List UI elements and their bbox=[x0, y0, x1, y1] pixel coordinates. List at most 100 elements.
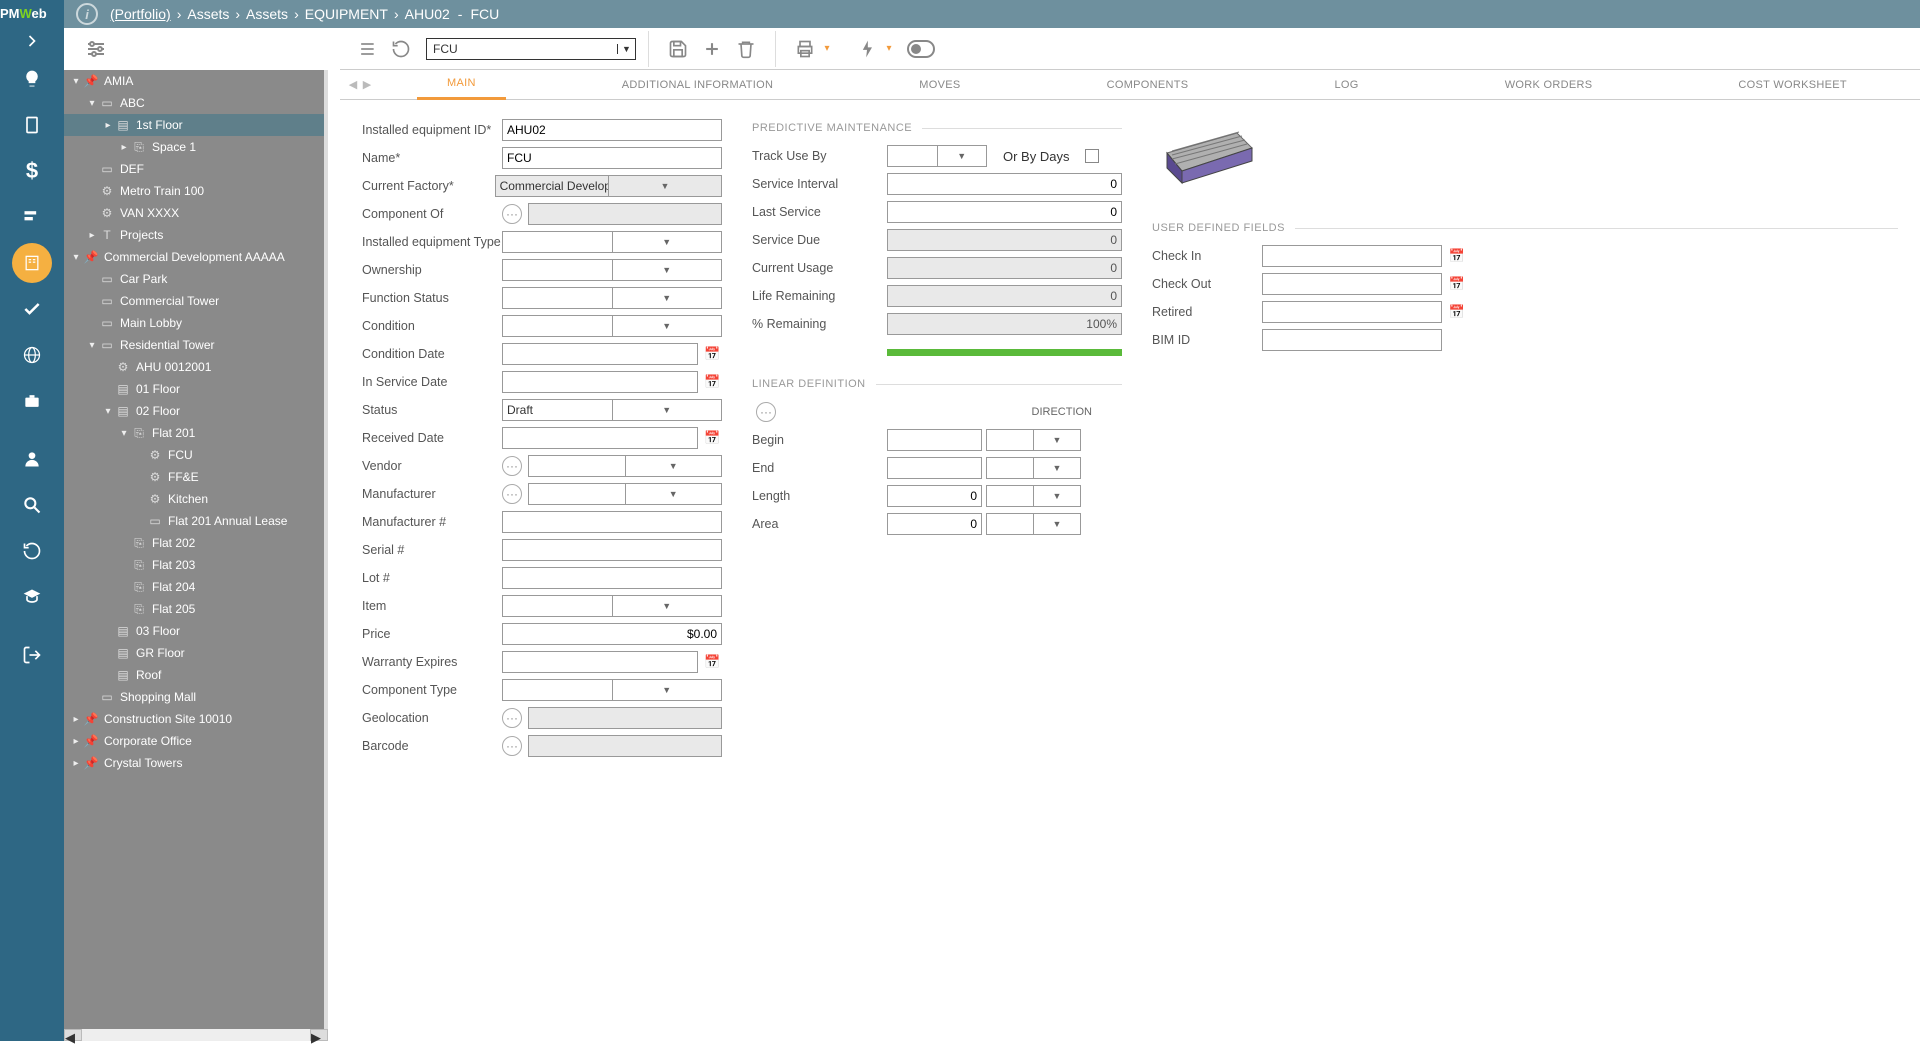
tree-node[interactable]: ▾▭Residential Tower bbox=[64, 334, 324, 356]
input-end[interactable] bbox=[887, 457, 982, 479]
nav-briefcase-icon[interactable] bbox=[12, 381, 52, 421]
input-begin[interactable] bbox=[887, 429, 982, 451]
nav-learn-icon[interactable] bbox=[12, 577, 52, 617]
action-icon[interactable] bbox=[850, 32, 884, 66]
tree-node[interactable]: ⎘Flat 203 bbox=[64, 554, 324, 576]
tree-node[interactable]: ⚙FCU bbox=[64, 444, 324, 466]
action-dropdown-icon[interactable]: ▾ bbox=[884, 32, 894, 66]
tree-node[interactable]: ▾▤02 Floor bbox=[64, 400, 324, 422]
tree-node[interactable]: ▤GR Floor bbox=[64, 642, 324, 664]
asset-tree[interactable]: ▾📌AMIA▾▭ABC▸▤1st Floor▸⎘Space 1▭DEF⚙Metr… bbox=[64, 70, 328, 1029]
nav-schedule-icon[interactable] bbox=[12, 197, 52, 237]
tree-node[interactable]: ▾📌Commercial Development AAAAA bbox=[64, 246, 324, 268]
breadcrumb-part[interactable]: Assets bbox=[246, 6, 288, 22]
record-title-combo[interactable]: FCU ▼ bbox=[426, 38, 636, 60]
combo-length-uom[interactable]: ▼ bbox=[986, 485, 1081, 507]
nav-cost-icon[interactable]: $ bbox=[12, 151, 52, 191]
input-inservice-date[interactable] bbox=[502, 371, 698, 393]
combo-vendor[interactable]: ▼ bbox=[528, 455, 722, 477]
tab-cost-worksheet[interactable]: COST WORKSHEET bbox=[1708, 70, 1877, 100]
input-check-in[interactable] bbox=[1262, 245, 1442, 267]
tree-h-scroll[interactable]: ◀ ▶ bbox=[64, 1029, 328, 1041]
input-price[interactable] bbox=[502, 623, 722, 645]
tree-filter-icon[interactable] bbox=[84, 37, 108, 61]
input-received-date[interactable] bbox=[502, 427, 698, 449]
input-geolocation[interactable] bbox=[528, 707, 722, 729]
tree-node[interactable]: ⎘Flat 204 bbox=[64, 576, 324, 598]
tab-log[interactable]: LOG bbox=[1305, 70, 1389, 100]
combo-manufacturer[interactable]: ▼ bbox=[528, 483, 722, 505]
info-icon[interactable]: i bbox=[76, 3, 98, 25]
combo-equipment-type[interactable]: ▼ bbox=[502, 231, 722, 253]
input-lot[interactable] bbox=[502, 567, 722, 589]
nav-history-icon[interactable] bbox=[12, 531, 52, 571]
more-geolocation-icon[interactable]: ··· bbox=[502, 708, 522, 728]
combo-begin-dir[interactable]: ▼ bbox=[986, 429, 1081, 451]
nav-assets-icon[interactable] bbox=[12, 243, 52, 283]
more-linear-icon[interactable]: ··· bbox=[756, 402, 776, 422]
collapse-nav-icon[interactable] bbox=[0, 28, 64, 53]
tree-toggle-icon[interactable]: ▸ bbox=[86, 230, 98, 241]
tree-node[interactable]: ▸TProjects bbox=[64, 224, 324, 246]
nav-logout-icon[interactable] bbox=[12, 635, 52, 675]
tree-toggle-icon[interactable]: ▾ bbox=[102, 406, 114, 417]
tree-toggle-icon[interactable]: ▾ bbox=[86, 340, 98, 351]
tree-node[interactable]: ▾▭ABC bbox=[64, 92, 324, 114]
tree-node[interactable]: ⚙FF&E bbox=[64, 466, 324, 488]
tree-toggle-icon[interactable]: ▾ bbox=[86, 98, 98, 109]
calendar-icon[interactable]: 📅 bbox=[702, 651, 722, 673]
print-dropdown-icon[interactable]: ▾ bbox=[822, 32, 832, 66]
nav-search-icon[interactable] bbox=[12, 485, 52, 525]
combo-area-uom[interactable]: ▼ bbox=[986, 513, 1081, 535]
tree-toggle-icon[interactable]: ▸ bbox=[118, 142, 130, 153]
calendar-icon[interactable]: 📅 bbox=[1446, 301, 1468, 323]
tree-node[interactable]: ▸▤1st Floor bbox=[64, 114, 324, 136]
more-manufacturer-icon[interactable]: ··· bbox=[502, 484, 522, 504]
tab-work-orders[interactable]: WORK ORDERS bbox=[1475, 70, 1623, 100]
input-equipment-id[interactable] bbox=[502, 119, 722, 141]
breadcrumb-part[interactable]: Assets bbox=[187, 6, 229, 22]
nav-documents-icon[interactable] bbox=[12, 105, 52, 145]
tree-toggle-icon[interactable]: ▾ bbox=[70, 252, 82, 263]
combo-item[interactable]: ▼ bbox=[502, 595, 722, 617]
input-manufacturer-no[interactable] bbox=[502, 511, 722, 533]
input-area[interactable] bbox=[887, 513, 982, 535]
combo-function-status[interactable]: ▼ bbox=[502, 287, 722, 309]
calendar-icon[interactable]: 📅 bbox=[702, 343, 722, 365]
tree-node[interactable]: ▸⎘Space 1 bbox=[64, 136, 324, 158]
more-component-of-icon[interactable]: ··· bbox=[502, 204, 522, 224]
combo-ownership[interactable]: ▼ bbox=[502, 259, 722, 281]
more-barcode-icon[interactable]: ··· bbox=[502, 736, 522, 756]
input-retired[interactable] bbox=[1262, 301, 1442, 323]
tree-node[interactable]: ⚙VAN XXXX bbox=[64, 202, 324, 224]
tree-node[interactable]: ▭Flat 201 Annual Lease bbox=[64, 510, 324, 532]
nav-globe-icon[interactable] bbox=[12, 335, 52, 375]
tree-toggle-icon[interactable]: ▸ bbox=[70, 758, 82, 769]
tree-node[interactable]: ▾📌AMIA bbox=[64, 70, 324, 92]
combo-factory[interactable]: Commercial Development AAAAA/Re▼ bbox=[495, 175, 722, 197]
print-icon[interactable] bbox=[788, 32, 822, 66]
nav-user-icon[interactable] bbox=[12, 439, 52, 479]
input-last-service[interactable] bbox=[887, 201, 1122, 223]
tree-node[interactable]: ▭DEF bbox=[64, 158, 324, 180]
save-icon[interactable] bbox=[661, 32, 695, 66]
tree-node[interactable]: ▭Commercial Tower bbox=[64, 290, 324, 312]
input-warranty[interactable] bbox=[502, 651, 698, 673]
tab-next-icon[interactable]: ▶ bbox=[360, 78, 374, 91]
combo-track-use-by[interactable]: ▼ bbox=[887, 145, 987, 167]
tab-additional-information[interactable]: ADDITIONAL INFORMATION bbox=[592, 70, 803, 100]
breadcrumb-portfolio[interactable]: (Portfolio) bbox=[110, 6, 171, 22]
input-check-out[interactable] bbox=[1262, 273, 1442, 295]
nav-check-icon[interactable] bbox=[12, 289, 52, 329]
tree-toggle-icon[interactable]: ▸ bbox=[102, 120, 114, 131]
tab-prev-icon[interactable]: ◀ bbox=[346, 78, 360, 91]
tree-node[interactable]: ⚙Metro Train 100 bbox=[64, 180, 324, 202]
tree-node[interactable]: ▸📌Corporate Office bbox=[64, 730, 324, 752]
input-serial[interactable] bbox=[502, 539, 722, 561]
splitter[interactable] bbox=[328, 28, 340, 1041]
tree-node[interactable]: ▸📌Construction Site 10010 bbox=[64, 708, 324, 730]
calendar-icon[interactable]: 📅 bbox=[702, 427, 722, 449]
delete-icon[interactable] bbox=[729, 32, 763, 66]
calendar-icon[interactable]: 📅 bbox=[702, 371, 722, 393]
tree-node[interactable]: ▭Car Park bbox=[64, 268, 324, 290]
